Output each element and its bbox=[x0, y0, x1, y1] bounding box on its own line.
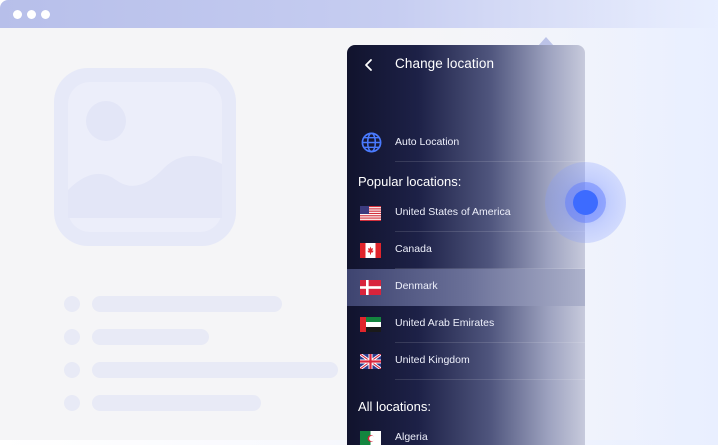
flag-us-icon bbox=[360, 206, 381, 221]
change-location-panel: Change location Auto Location Popular lo… bbox=[347, 45, 585, 445]
panel-header: Change location bbox=[347, 45, 585, 85]
browser-title-bar bbox=[0, 0, 718, 28]
divider bbox=[395, 161, 585, 162]
flag-dz-icon bbox=[360, 431, 381, 445]
globe-icon bbox=[360, 131, 383, 154]
skeleton-line bbox=[92, 296, 282, 312]
flag-ca-icon bbox=[360, 243, 381, 258]
flag-dk-icon bbox=[360, 280, 381, 295]
window-dot-icon bbox=[27, 10, 36, 19]
location-item-uae[interactable]: United Arab Emirates bbox=[347, 306, 585, 343]
location-label: United Kingdom bbox=[395, 354, 470, 366]
divider bbox=[395, 379, 585, 380]
location-label: Algeria bbox=[395, 431, 428, 443]
skeleton-dot bbox=[64, 329, 80, 345]
auto-location-item[interactable]: Auto Location bbox=[347, 125, 585, 162]
cursor-pointer-icon bbox=[573, 190, 598, 215]
flag-gb-icon bbox=[359, 352, 382, 371]
skeleton-line bbox=[92, 395, 261, 411]
location-label: United States of America bbox=[395, 206, 511, 218]
skeleton-dot bbox=[64, 362, 80, 378]
location-item-algeria[interactable]: Algeria bbox=[347, 420, 585, 445]
location-item-canada[interactable]: Canada bbox=[347, 232, 585, 269]
panel-title: Change location bbox=[395, 56, 495, 71]
window-dot-icon bbox=[41, 10, 50, 19]
location-label: Denmark bbox=[395, 280, 438, 292]
all-locations-heading: All locations: bbox=[358, 399, 431, 414]
location-item-uk[interactable]: United Kingdom bbox=[347, 343, 585, 380]
location-label: United Arab Emirates bbox=[395, 317, 495, 329]
auto-location-label: Auto Location bbox=[395, 136, 460, 148]
flag-ae-icon bbox=[360, 317, 381, 332]
popular-locations-heading: Popular locations: bbox=[358, 174, 462, 189]
window-dot-icon bbox=[13, 10, 22, 19]
chevron-left-icon[interactable] bbox=[359, 55, 379, 75]
skeleton-dot bbox=[64, 296, 80, 312]
location-item-denmark[interactable]: Denmark bbox=[347, 269, 585, 306]
location-label: Canada bbox=[395, 243, 432, 255]
skeleton-dot bbox=[64, 395, 80, 411]
skeleton-line bbox=[92, 329, 209, 345]
image-placeholder-icon bbox=[54, 68, 236, 246]
skeleton-line bbox=[92, 362, 338, 378]
